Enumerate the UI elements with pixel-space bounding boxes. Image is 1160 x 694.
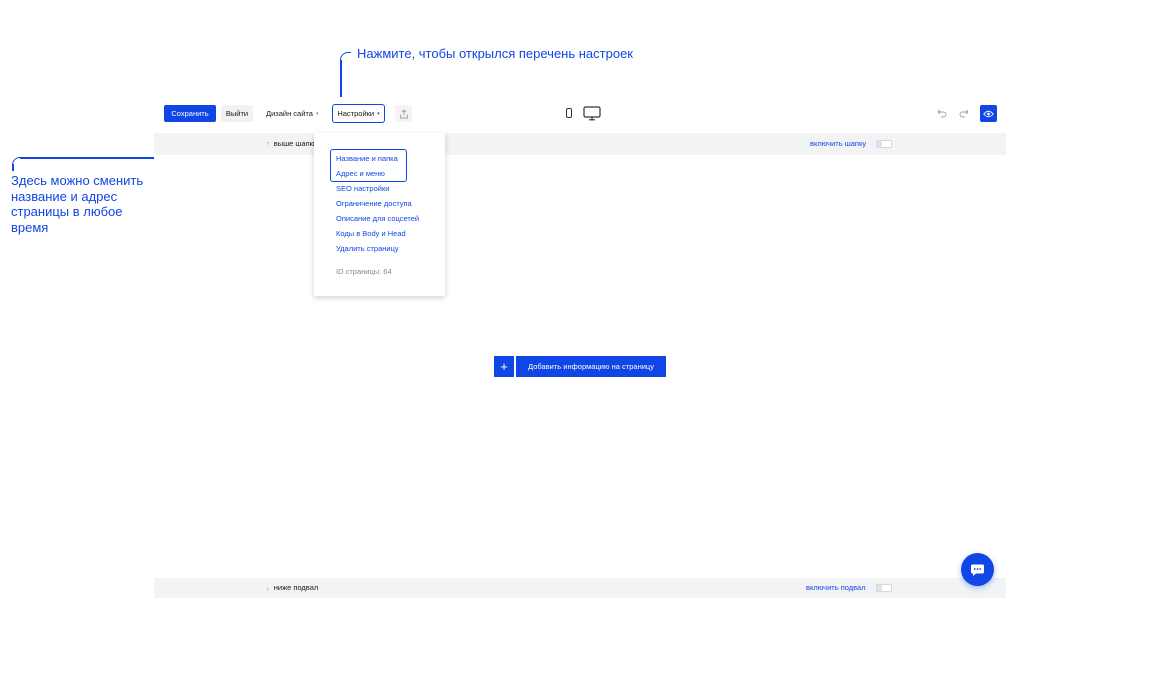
annotation-left-curve: [12, 157, 23, 168]
add-block-plus-button[interactable]: +: [494, 356, 514, 377]
preview-button[interactable]: [980, 105, 997, 122]
eye-icon: [983, 110, 994, 117]
chat-icon: [971, 564, 984, 576]
footer-toggle[interactable]: [876, 584, 892, 592]
phone-icon[interactable]: [566, 108, 572, 118]
below-footer-label: ↓ ниже подвал: [266, 583, 319, 592]
annotation-left-text: Здесь можно сменить название и адрес стр…: [11, 173, 144, 235]
menu-item-delete[interactable]: Удалить страницу: [336, 244, 399, 253]
enable-footer-label[interactable]: включить подвал: [806, 583, 866, 592]
arrow-down-icon: ↓: [266, 583, 270, 592]
undo-icon[interactable]: [937, 108, 947, 118]
chevron-down-icon: ▾: [377, 110, 380, 117]
settings-menu-label: Настройки: [337, 109, 375, 118]
share-icon: [399, 108, 408, 118]
annotation-top-text: Нажмите, чтобы открылся перечень настрое…: [357, 46, 633, 61]
exit-button[interactable]: Выйти: [221, 105, 253, 122]
redo-icon[interactable]: [959, 108, 969, 118]
menu-item-seo[interactable]: SEO настройки: [336, 184, 389, 193]
chevron-down-icon: ▾: [315, 110, 319, 117]
design-menu-button[interactable]: Дизайн сайта ▾: [266, 105, 318, 122]
save-button[interactable]: Сохранить: [164, 105, 216, 122]
highlight-box: [330, 149, 407, 182]
header-toggle[interactable]: [876, 140, 892, 148]
annotation-top-curve: [340, 52, 351, 63]
share-button[interactable]: [395, 105, 412, 122]
page-id-label: ID страницы: 64: [336, 267, 392, 276]
chat-button[interactable]: [961, 553, 994, 586]
arrow-up-icon: ↑: [266, 139, 270, 148]
menu-item-social[interactable]: Описание для соцсетей: [336, 214, 419, 223]
annotation-left-stem: [12, 164, 14, 171]
editor-canvas: [154, 97, 1006, 598]
menu-item-codes[interactable]: Коды в Body и Head: [336, 229, 406, 238]
settings-menu-button[interactable]: Настройки ▾: [332, 104, 385, 123]
add-block-button[interactable]: Добавить информацию на страницу: [516, 356, 666, 377]
above-header-label: ↑ выше шапки: [266, 139, 318, 148]
design-menu-label: Дизайн сайта: [266, 109, 313, 118]
toggle-knob: [877, 585, 882, 591]
toggle-knob: [877, 141, 882, 147]
enable-header-label[interactable]: включить шапку: [810, 139, 866, 148]
desktop-icon[interactable]: [583, 106, 601, 121]
menu-item-access[interactable]: Ограничение доступа: [336, 199, 412, 208]
